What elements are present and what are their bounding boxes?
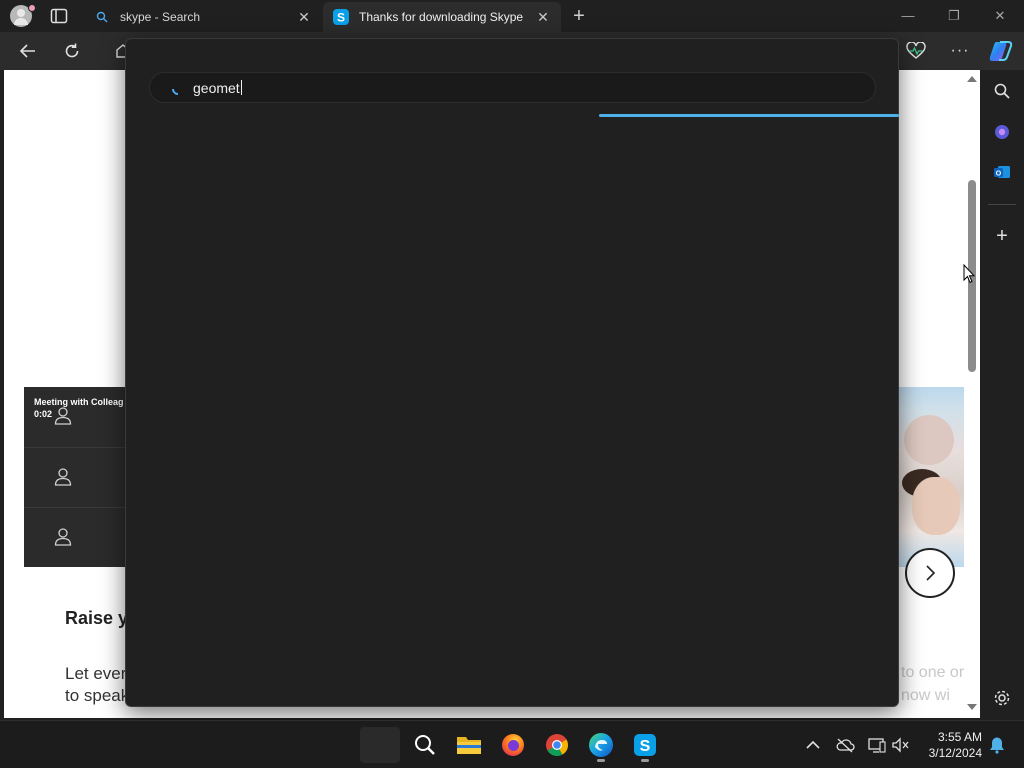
page-scrollbar[interactable] bbox=[964, 70, 980, 718]
running-indicator bbox=[641, 759, 649, 762]
close-tab-icon[interactable]: ✕ bbox=[296, 9, 312, 25]
sidebar-divider bbox=[988, 204, 1016, 205]
refresh-button[interactable] bbox=[61, 40, 83, 62]
copilot-button[interactable] bbox=[988, 40, 1014, 62]
edge-sidebar: O + bbox=[980, 70, 1024, 718]
taskbar-skype[interactable]: S bbox=[625, 727, 665, 763]
onedrive-tray-button[interactable] bbox=[835, 735, 855, 755]
folder-icon bbox=[457, 737, 481, 754]
body-text: now wi bbox=[901, 687, 950, 704]
volume-tray-button[interactable] bbox=[891, 735, 911, 755]
taskbar-firefox[interactable] bbox=[493, 727, 533, 763]
participant-icon bbox=[54, 468, 72, 486]
search-icon bbox=[994, 83, 1010, 99]
meeting-title: Meeting with Colleag bbox=[34, 397, 124, 407]
close-window-button[interactable]: ✕ bbox=[980, 4, 1020, 28]
heart-pulse-icon bbox=[906, 42, 926, 59]
sidebar-settings-button[interactable] bbox=[991, 687, 1013, 709]
close-tab-icon[interactable]: ✕ bbox=[535, 9, 551, 25]
sidebar-add-button[interactable]: + bbox=[991, 225, 1013, 247]
body-text: to one or bbox=[901, 664, 964, 681]
tab-skype-search[interactable]: skype - Search ✕ bbox=[84, 2, 322, 32]
clock-time: 3:55 AM bbox=[937, 730, 982, 744]
copilot-icon bbox=[989, 41, 1013, 61]
taskbar-chrome[interactable] bbox=[537, 727, 577, 763]
skype-icon: S bbox=[333, 9, 349, 25]
profile-avatar-button[interactable] bbox=[10, 4, 36, 27]
search-icon bbox=[94, 9, 110, 25]
new-tab-button[interactable]: + bbox=[568, 6, 590, 26]
sidebar-outlook-button[interactable]: O bbox=[991, 161, 1013, 183]
edge-icon bbox=[589, 733, 613, 757]
svg-text:S: S bbox=[337, 11, 345, 25]
taskbar: S 3:55 AM 3/12/2024 bbox=[0, 720, 1024, 768]
taskbar-edge[interactable] bbox=[581, 727, 621, 763]
chrome-icon bbox=[546, 734, 568, 756]
back-arrow-icon bbox=[19, 44, 35, 58]
chevron-up-icon bbox=[806, 740, 820, 749]
tab-actions-menu-button[interactable] bbox=[50, 8, 68, 24]
body-text: Let ever bbox=[65, 664, 127, 683]
text-caret bbox=[240, 80, 242, 95]
chevron-right-icon bbox=[926, 565, 936, 581]
taskbar-clock[interactable]: 3:55 AM 3/12/2024 bbox=[920, 729, 982, 761]
svg-text:O: O bbox=[996, 170, 1002, 177]
network-tray-button[interactable] bbox=[867, 735, 887, 755]
copilot-small-icon bbox=[995, 125, 1009, 139]
promo-photo bbox=[898, 387, 964, 567]
gear-icon bbox=[994, 690, 1010, 706]
title-bar: skype - Search ✕ S Thanks for downloadin… bbox=[0, 0, 1024, 32]
loading-progress-bar bbox=[599, 114, 899, 117]
participant-icon bbox=[54, 528, 72, 546]
scroll-down-arrow-icon[interactable] bbox=[967, 704, 977, 710]
section-heading: Raise y bbox=[65, 608, 129, 628]
back-button[interactable] bbox=[17, 40, 39, 62]
participant-icon bbox=[54, 407, 72, 425]
running-indicator bbox=[597, 759, 605, 762]
search-query-text: geomet bbox=[193, 80, 240, 96]
search-overlay-panel: geomet bbox=[125, 38, 899, 707]
mouse-pointer-icon bbox=[963, 264, 975, 284]
carousel-next-button[interactable] bbox=[905, 548, 955, 598]
body-text: to speak bbox=[65, 686, 130, 705]
refresh-icon bbox=[65, 43, 79, 58]
taskbar-search-button[interactable] bbox=[405, 727, 445, 763]
outlook-icon: O bbox=[994, 166, 1010, 178]
notification-bell-icon[interactable] bbox=[988, 736, 1006, 754]
browser-essentials-button[interactable] bbox=[905, 40, 927, 62]
search-input[interactable]: geomet bbox=[149, 72, 876, 103]
firefox-icon bbox=[502, 734, 524, 756]
cloud-offline-icon bbox=[836, 738, 855, 753]
ellipsis-icon: ··· bbox=[950, 42, 970, 59]
taskbar-file-explorer[interactable] bbox=[449, 727, 489, 763]
show-hidden-icons-button[interactable] bbox=[803, 735, 823, 755]
tab-actions-icon bbox=[50, 8, 68, 24]
notification-dot bbox=[28, 4, 36, 12]
tab-label: Thanks for downloading Skype bbox=[359, 10, 524, 24]
tab-thanks-skype[interactable]: S Thanks for downloading Skype ✕ bbox=[323, 2, 561, 32]
sidebar-copilot-button[interactable] bbox=[991, 121, 1013, 143]
clock-date: 3/12/2024 bbox=[928, 746, 982, 760]
minimize-button[interactable]: — bbox=[888, 4, 928, 28]
meeting-timer: 0:02 bbox=[34, 409, 53, 419]
start-button[interactable] bbox=[360, 727, 400, 763]
skype-icon: S bbox=[634, 734, 656, 756]
more-options-button[interactable]: ··· bbox=[949, 40, 971, 62]
restore-button[interactable]: ❐ bbox=[934, 4, 974, 28]
network-icon bbox=[868, 738, 886, 753]
tab-label: skype - Search bbox=[120, 10, 201, 24]
scroll-up-arrow-icon[interactable] bbox=[967, 76, 977, 82]
sidebar-search-button[interactable] bbox=[991, 80, 1013, 102]
loading-spinner-icon bbox=[169, 80, 187, 98]
speaker-muted-icon bbox=[892, 737, 909, 753]
search-icon bbox=[415, 735, 435, 755]
plus-icon: + bbox=[996, 225, 1008, 247]
svg-text:S: S bbox=[640, 738, 651, 755]
